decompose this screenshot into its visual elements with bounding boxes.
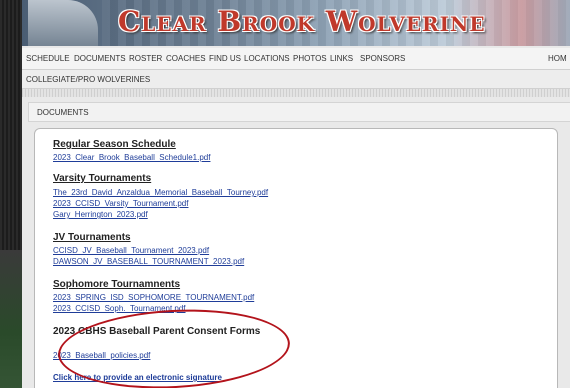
section-title-consent-forms: 2023 CBHS Baseball Parent Consent Forms: [53, 326, 261, 337]
nav-collegiate-pro[interactable]: COLLEGIATE/PRO WOLVERINES: [26, 75, 150, 84]
documents-header: DOCUMENTS: [28, 102, 570, 122]
nav-home[interactable]: HOM: [548, 54, 567, 63]
doc-link[interactable]: The_23rd_David_Anzaldua_Memorial_Basebal…: [53, 188, 268, 197]
nav-find-us[interactable]: FIND US: [209, 54, 241, 63]
nav-schedule[interactable]: SCHEDULE: [26, 54, 70, 63]
divider-bar: [22, 89, 570, 97]
doc-link[interactable]: 2023_Baseball_policies.pdf: [53, 351, 150, 360]
page: Clear Brook Wolverine SCHEDULE DOCUMENTS…: [22, 0, 570, 388]
site-title[interactable]: Clear Brook Wolverine: [118, 5, 486, 38]
electronic-signature-link[interactable]: Click here to provide an electronic sign…: [53, 373, 222, 382]
section-title-sophomore: Sophomore Tournamnents: [53, 279, 181, 290]
nav-documents[interactable]: DOCUMENTS: [74, 54, 126, 63]
doc-link[interactable]: 2023_SPRING_ISD_SOPHOMORE_TOURNAMENT.pdf: [53, 293, 254, 302]
doc-link[interactable]: 2023_Clear_Brook_Baseball_Schedule1.pdf: [53, 153, 210, 162]
nav-sponsors[interactable]: SPONSORS: [360, 54, 405, 63]
doc-link[interactable]: DAWSON_JV_BASEBALL_TOURNAMENT_2023.pdf: [53, 257, 244, 266]
nav-roster[interactable]: ROSTER: [129, 54, 162, 63]
nav-links[interactable]: LINKS: [330, 54, 353, 63]
doc-link[interactable]: 2023_CCISD_Soph._Tournament.pdf: [53, 304, 186, 313]
doc-link[interactable]: CCISD_JV_Baseball_Tournament_2023.pdf: [53, 246, 209, 255]
section-title-varsity: Varsity Tournaments: [53, 173, 152, 184]
nav-photos[interactable]: PHOTOS: [293, 54, 327, 63]
main-nav: SCHEDULE DOCUMENTS ROSTER COACHES FIND U…: [22, 48, 570, 70]
secondary-nav: COLLEGIATE/PRO WOLVERINES: [22, 70, 570, 89]
header-banner: Clear Brook Wolverine: [22, 0, 570, 46]
doc-link[interactable]: Gary_Herrington_2023.pdf: [53, 210, 148, 219]
section-title-regular-season: Regular Season Schedule: [53, 139, 176, 150]
section-title-jv: JV Tournaments: [53, 232, 131, 243]
background-field-image: [0, 250, 22, 388]
documents-panel: Regular Season Schedule 2023_Clear_Brook…: [34, 128, 558, 388]
documents-header-label: DOCUMENTS: [37, 108, 89, 117]
nav-coaches[interactable]: COACHES: [166, 54, 206, 63]
doc-link[interactable]: 2023_CCISD_Varsity_Tournament.pdf: [53, 199, 188, 208]
nav-locations[interactable]: LOCATIONS: [244, 54, 290, 63]
banner-player-image: [28, 0, 98, 46]
